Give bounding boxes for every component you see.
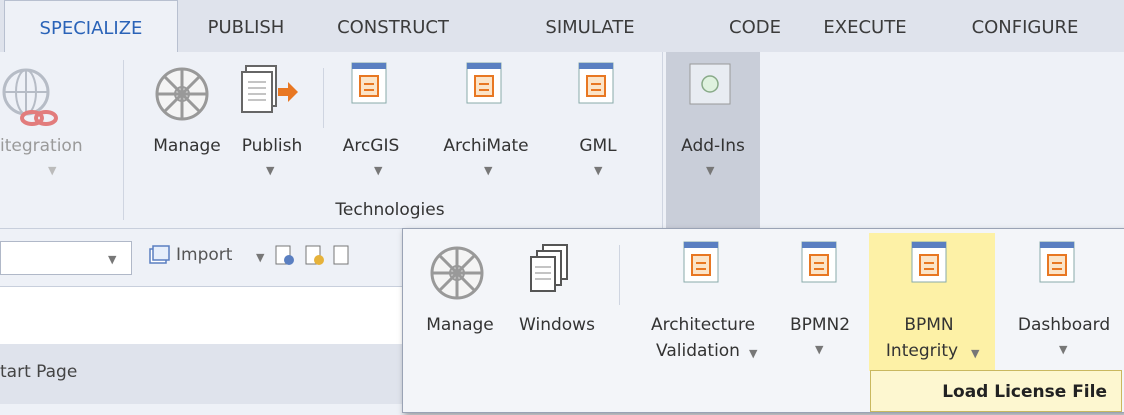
manage-button[interactable]: Manage	[142, 136, 232, 156]
arcgis-dropdown-icon[interactable]: ▼	[374, 164, 382, 177]
bpmn-integrity-label-2: Integrity	[885, 341, 959, 361]
gml-icon[interactable]	[578, 62, 618, 108]
tab-simulate[interactable]: SIMULATE	[520, 0, 660, 52]
start-page-tab[interactable]: tart Page	[0, 362, 77, 382]
windows-button[interactable]: Windows	[507, 315, 607, 335]
dashboard-dropdown-icon[interactable]: ▼	[1059, 343, 1067, 356]
windows-icon	[530, 244, 568, 292]
separator	[123, 60, 124, 220]
separator	[323, 68, 324, 128]
separator	[662, 52, 663, 228]
dashboard-icon	[1039, 241, 1075, 283]
dashboard-button[interactable]: Dashboard	[1009, 315, 1119, 335]
gml-dropdown-icon[interactable]: ▼	[594, 164, 602, 177]
doc-settings-icon[interactable]	[304, 245, 326, 267]
ribbon-panel: itegration ▼ Manage Publish ▼ ArcGIS ▼ A…	[0, 52, 1124, 228]
architecture-validation-dropdown-icon[interactable]: ▼	[749, 347, 757, 360]
architecture-validation-icon	[683, 241, 719, 283]
tab-construct[interactable]: CONSTRUCT	[318, 0, 468, 52]
arcgis-icon[interactable]	[351, 62, 391, 108]
tab-configure[interactable]: CONFIGURE	[950, 0, 1100, 52]
globe-link-icon[interactable]	[0, 64, 70, 134]
addins-button[interactable]: Add-Ins ▼	[666, 52, 760, 228]
bpmn2-button[interactable]: BPMN2	[785, 315, 855, 335]
archimate-icon[interactable]	[466, 62, 506, 108]
publish-button[interactable]: Publish	[232, 136, 312, 156]
bpmn-integrity-icon	[911, 241, 947, 283]
separator	[619, 245, 620, 305]
wheel-icon[interactable]	[152, 64, 212, 124]
bpmn-integrity-dropdown-icon[interactable]: ▼	[971, 347, 979, 360]
architecture-validation-label-2[interactable]: Validation	[643, 341, 753, 361]
archimate-dropdown-icon[interactable]: ▼	[484, 164, 492, 177]
tab-specialize[interactable]: SPECIALIZE	[4, 0, 178, 54]
publish-document-icon[interactable]	[240, 62, 300, 124]
bpmn-integrity-label-1: BPMN	[904, 315, 954, 335]
import-button[interactable]: Import	[176, 245, 246, 265]
doc-gear-icon[interactable]	[274, 245, 296, 267]
import-icon[interactable]	[148, 245, 170, 267]
import-dropdown-icon[interactable]: ▼	[256, 251, 264, 264]
manage-addins-button[interactable]: Manage	[415, 315, 505, 335]
addins-dropdown-icon: ▼	[706, 164, 715, 177]
group-label-technologies: Technologies	[335, 200, 445, 220]
addins-icon	[689, 63, 731, 105]
tab-execute[interactable]: EXECUTE	[800, 0, 930, 52]
architecture-validation-button[interactable]: Architecture	[643, 315, 763, 335]
publish-dropdown-icon[interactable]: ▼	[266, 164, 274, 177]
integration-label[interactable]: itegration	[0, 136, 112, 156]
integration-dropdown-icon[interactable]: ▼	[48, 164, 56, 177]
bpmn2-dropdown-icon[interactable]: ▼	[815, 343, 823, 356]
gml-button[interactable]: GML	[568, 136, 628, 156]
doc-icon[interactable]	[332, 245, 354, 267]
wheel-icon	[430, 246, 484, 300]
combo-dropdown-icon[interactable]: ▼	[108, 253, 116, 266]
tab-code[interactable]: CODE	[710, 0, 800, 52]
tab-publish[interactable]: PUBLISH	[186, 0, 306, 52]
arcgis-button[interactable]: ArcGIS	[336, 136, 406, 156]
bpmn2-icon	[801, 241, 837, 283]
addins-label: Add-Ins	[681, 136, 745, 156]
ribbon-tab-bar: SPECIALIZE PUBLISH CONSTRUCT SIMULATE CO…	[0, 0, 1124, 54]
load-license-file-menu-item[interactable]: Load License File	[870, 370, 1122, 412]
archimate-button[interactable]: ArchiMate	[436, 136, 536, 156]
